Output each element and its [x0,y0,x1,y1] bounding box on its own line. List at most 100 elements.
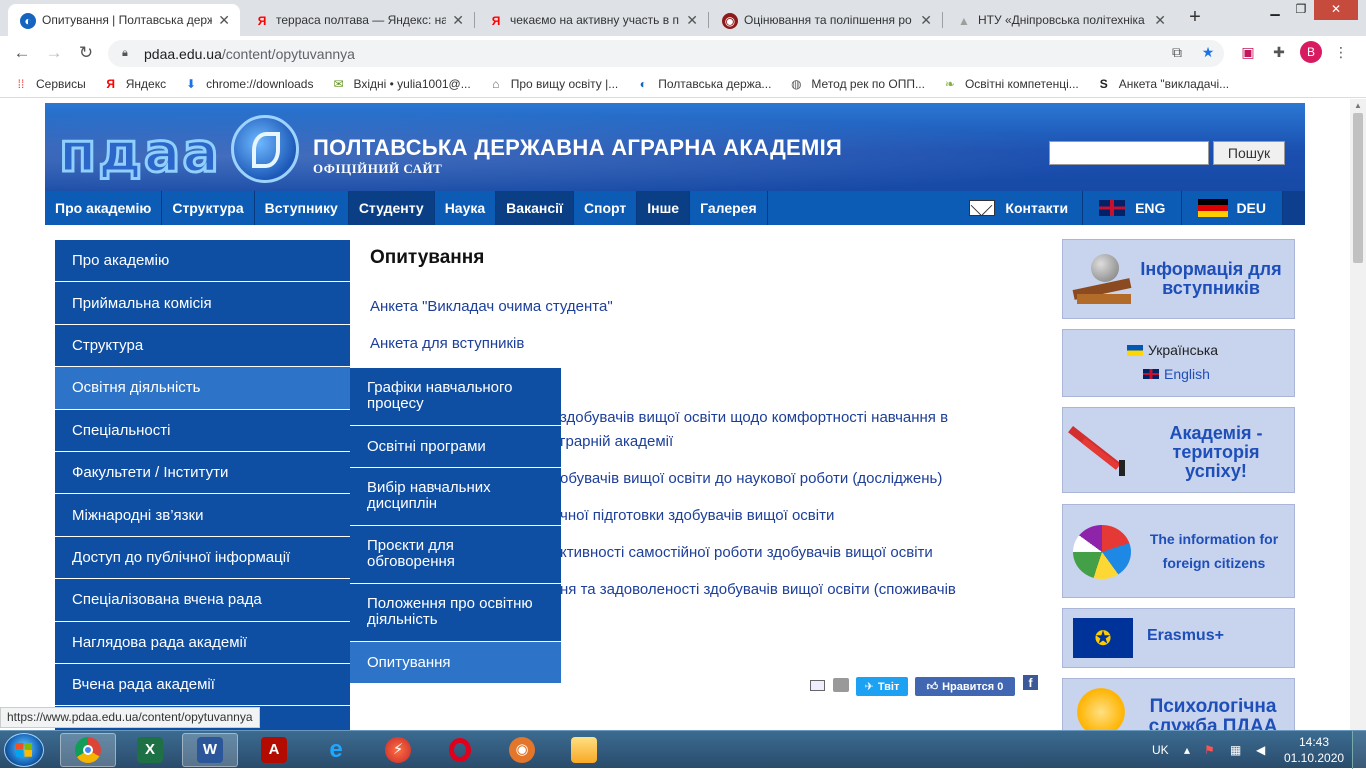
side-item-structure[interactable]: Структура [55,324,350,368]
maximize-icon[interactable]: ❐ [1288,0,1314,20]
extension-pocket-icon[interactable]: ▣ [1237,42,1259,62]
facebook-share-icon[interactable]: f [1023,675,1038,690]
tab-close-icon[interactable]: ✕ [452,12,464,29]
address-bar[interactable]: 🔒︎ pdaa.edu.ua/content/opytuvannya [108,40,1224,67]
submenu-schedule[interactable]: Графіки навчального процесу [350,368,561,426]
taskbar-flash[interactable]: ⚡︎ [370,733,426,767]
bookmark-services[interactable]: ⁞⁞ Сервисы [14,77,86,91]
tab-close-icon[interactable]: ✕ [218,12,230,29]
minimize-icon[interactable]: ▁ [1262,0,1288,20]
taskbar-acrobat[interactable]: A [246,733,302,767]
search-button[interactable]: Пошук [1213,141,1285,165]
link-comfort-survey-cont[interactable]: грарній академії [560,430,673,454]
profile-avatar[interactable]: B [1300,41,1322,63]
tray-network-icon[interactable]: ▦ [1230,731,1241,769]
side-item-academic-council[interactable]: Вчена рада академії [55,663,350,707]
bookmark-inbox[interactable]: ✉ Вхідні • yulia1001@... [331,77,470,91]
translate-icon[interactable]: ⧉ [1166,42,1188,62]
submenu-projects[interactable]: Проєкти для обговорення [350,526,561,584]
tab-yandex-participation[interactable]: Я чекаємо на активну участь в п ✕ [476,4,708,36]
submenu-regulations[interactable]: Положення про освітню діяльність [350,584,561,642]
show-desktop-button[interactable] [1352,731,1366,769]
forward-arrow-icon[interactable]: → [42,42,66,64]
nav-eng[interactable]: ENG [1083,191,1183,225]
lang-english[interactable]: English [1143,366,1210,382]
bookmark-competences[interactable]: ❧ Освітні компетенці... [943,77,1079,91]
side-item-about[interactable]: Про академію [55,240,350,283]
tab-opytuvannya[interactable]: ◐ Опитування | Полтавська держ ✕ [8,4,240,36]
bookmark-star-icon[interactable]: ★ [1197,42,1219,62]
reload-icon[interactable]: ↻ [74,42,98,64]
tweet-button[interactable]: ✈︎ Твіт [856,677,908,696]
extensions-puzzle-icon[interactable]: ✚ [1268,42,1290,62]
lang-ukrainian[interactable]: Українська [1127,342,1218,358]
nav-structure[interactable]: Структура [162,191,255,225]
taskbar-excel[interactable]: X [122,733,178,767]
taskbar-explorer[interactable] [556,733,612,767]
side-item-international[interactable]: Міжнародні зв’язки [55,494,350,537]
nav-other[interactable]: Інше [637,191,691,225]
banner-erasmus[interactable]: ✪ Erasmus+ [1062,608,1295,668]
nav-about[interactable]: Про академію [45,191,163,225]
taskbar-ie[interactable]: e [308,733,364,767]
nav-sport[interactable]: Спорт [573,191,638,225]
start-button[interactable] [4,733,44,767]
nav-gallery[interactable]: Галерея [690,191,768,225]
side-item-specialties[interactable]: Спеціальності [55,409,350,452]
back-arrow-icon[interactable]: ← [10,42,34,64]
menu-kebab-icon[interactable]: ⋮ [1330,42,1352,62]
taskbar-word[interactable]: W [182,733,238,767]
bookmark-yandex[interactable]: Я Яндекс [104,77,166,91]
print-icon[interactable] [833,678,849,692]
facebook-like-button[interactable]: 👍︎ Нравится 0 [915,677,1015,696]
link-applicant-survey[interactable]: Анкета для вступників [370,332,524,356]
bookmark-downloads[interactable]: ⬇ chrome://downloads [184,77,313,91]
page-scrollbar[interactable]: ▲ [1350,99,1366,730]
nav-contacts[interactable]: Контакти [953,191,1084,225]
side-item-public-info[interactable]: Доступ до публічної інформації [55,536,350,580]
tray-flag-alert-icon[interactable]: ⚑ [1204,731,1215,769]
link-satisfaction-survey[interactable]: ня та задоволеності здобувачів вищої осв… [560,578,956,602]
side-item-education[interactable]: Освітня діяльність [55,367,350,410]
tray-chevron-icon[interactable]: ▴ [1184,731,1190,769]
bookmark-pdaa[interactable]: ◐ Полтавська держа... [636,77,772,91]
link-practical-training-survey[interactable]: чної підготовки здобувачів вищої освіти [560,504,834,528]
bookmark-method[interactable]: ◍ Метод рек по ОПП... [789,77,925,91]
taskbar-opera[interactable] [432,733,488,767]
window-close-icon[interactable]: ✕ [1314,0,1358,20]
tray-volume-icon[interactable]: ◀︎ [1256,731,1265,769]
side-item-special-council[interactable]: Спеціалізована вчена рада [55,579,350,622]
nav-deu[interactable]: DEU [1182,191,1283,225]
submenu-electives[interactable]: Вибір навчальних дисциплін [350,468,561,526]
link-research-survey[interactable]: обувачів вищої освіти до наукової роботи… [560,467,942,491]
submenu-surveys[interactable]: Опитування [350,642,561,684]
bookmark-survey[interactable]: S Анкета "викладачі... [1097,77,1229,91]
link-self-study-survey[interactable]: ктивності самостійної роботи здобувачів … [560,541,933,565]
new-tab-button[interactable]: + [1184,7,1206,29]
email-share-icon[interactable] [810,680,825,691]
taskbar-chrome[interactable] [60,733,116,767]
nav-applicant[interactable]: Вступнику [254,191,349,225]
tab-evaluation[interactable]: ◉ Оцінювання та поліпшення ро ✕ [710,4,942,36]
tray-language[interactable]: UK [1152,731,1169,769]
side-item-admissions[interactable]: Приймальна комісія [55,282,350,325]
tab-close-icon[interactable]: ✕ [920,12,932,29]
side-item-faculties[interactable]: Факультети / Інститути [55,451,350,495]
site-logo[interactable]: пдаа [58,121,221,184]
nav-student[interactable]: Студенту [348,191,435,225]
side-item-supervisory-board[interactable]: Наглядова рада академії [55,621,350,664]
submenu-programs[interactable]: Освітні програми [350,426,561,468]
nav-science[interactable]: Наука [434,191,497,225]
tab-yandex-terrace[interactable]: Я терраса полтава — Яндекс: на ✕ [242,4,474,36]
banner-foreign-citizens[interactable]: The information for foreign citizens [1062,504,1295,598]
banner-info-applicants[interactable]: Інформація для вступників [1062,239,1295,319]
tray-clock[interactable]: 14:43 01.10.2020 [1284,734,1344,766]
nav-vacancies[interactable]: Вакансії [496,191,574,225]
tab-close-icon[interactable]: ✕ [1154,12,1166,29]
taskbar-viewer[interactable]: ◉ [494,733,550,767]
tab-close-icon[interactable]: ✕ [686,12,698,29]
bookmark-higher-ed[interactable]: ⌂ Про вищу освіту |... [489,77,618,91]
link-teacher-survey[interactable]: Анкета "Викладач очима студента" [370,295,613,319]
scrollbar-thumb[interactable] [1353,113,1363,263]
banner-psychology[interactable]: Психологічна служба ПДАА [1062,678,1295,730]
